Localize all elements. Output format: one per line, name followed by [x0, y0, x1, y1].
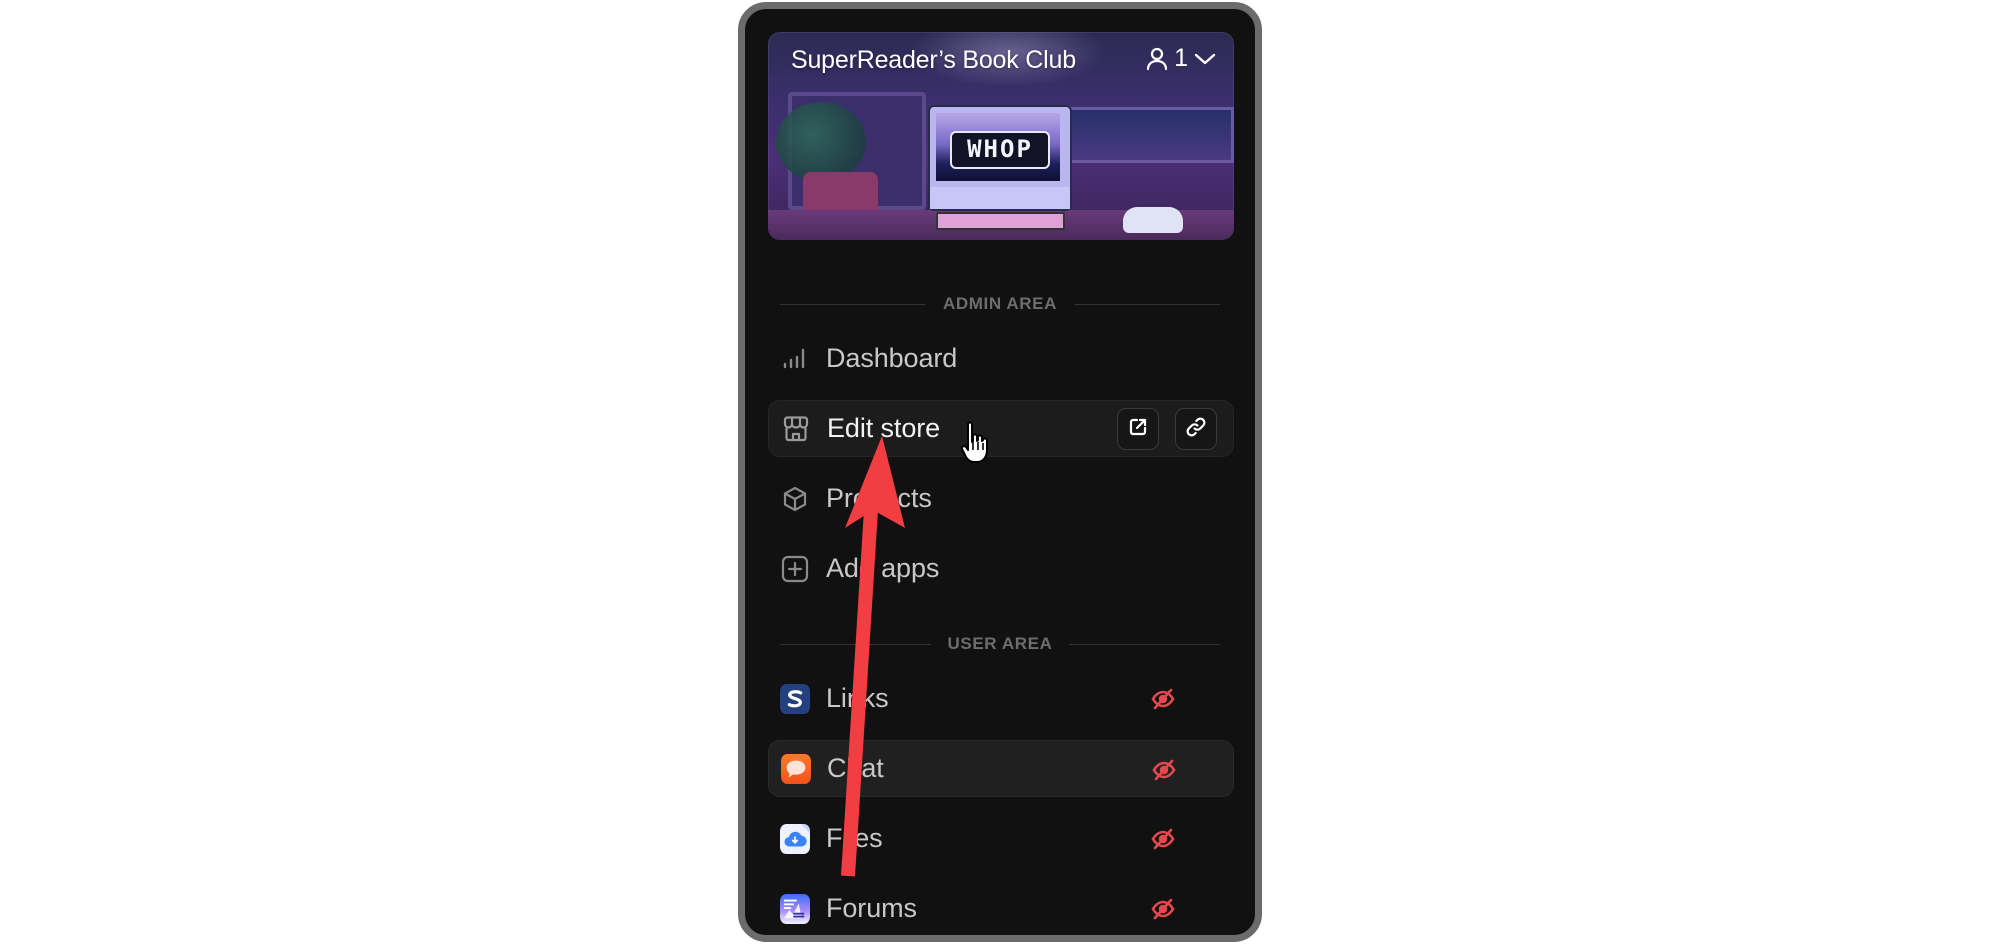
chevron-down-icon	[1194, 52, 1216, 66]
store-banner[interactable]: WHOP SuperReader’s Book Club 1	[768, 32, 1234, 240]
chat-app-icon	[781, 753, 811, 784]
bar-chart-icon	[780, 344, 810, 374]
banner-art-cat	[1123, 207, 1183, 233]
nav-item-add-apps[interactable]: Add apps	[768, 540, 1234, 597]
nav-item-label: Links	[826, 683, 889, 713]
nav-item-label: Products	[826, 483, 932, 513]
hand-cursor-icon	[960, 421, 988, 463]
nav-item-forums[interactable]: Forums	[768, 880, 1234, 935]
nav-item-label: Add apps	[826, 553, 940, 583]
banner-art-plant	[776, 102, 866, 182]
copy-store-link-button[interactable]	[1175, 408, 1217, 450]
nav-item-label: Dashboard	[826, 343, 958, 373]
eye-off-icon[interactable]	[1148, 824, 1178, 854]
eye-off-icon[interactable]	[1148, 894, 1178, 924]
nav-item-label: Files	[826, 823, 883, 853]
external-link-icon	[1128, 417, 1148, 442]
member-count: 1	[1174, 44, 1188, 72]
banner-art-window-right	[1068, 107, 1234, 163]
banner-art-monitor: WHOP	[928, 105, 1072, 211]
store-name: SuperReader’s Book Club	[791, 46, 1076, 74]
divider-line	[1075, 304, 1220, 305]
nav-item-files[interactable]: Files	[768, 810, 1234, 867]
nav-item-chat[interactable]: Chat	[768, 740, 1234, 797]
banner-art-screen: WHOP	[936, 113, 1060, 181]
nav-item-links[interactable]: Links	[768, 670, 1234, 727]
links-app-icon	[780, 683, 810, 714]
nav-item-dashboard[interactable]: Dashboard	[768, 330, 1234, 387]
nav-item-label: Edit store	[827, 413, 941, 443]
nav-item-label: Forums	[826, 893, 917, 923]
plus-square-icon	[780, 554, 810, 584]
cube-icon	[780, 484, 810, 514]
members-dropdown[interactable]: 1	[1146, 44, 1216, 73]
app-panel: WHOP SuperReader’s Book Club 1 ADMIN ARE…	[738, 2, 1262, 942]
open-store-external-button[interactable]	[1117, 408, 1159, 450]
link-icon	[1185, 416, 1207, 443]
nav-item-edit-store[interactable]: Edit store	[768, 400, 1234, 457]
nav-item-label: Chat	[827, 753, 884, 783]
eye-off-icon[interactable]	[1149, 755, 1179, 785]
user-area-divider: USER AREA	[780, 634, 1220, 654]
user-icon	[1146, 47, 1168, 71]
banner-art-keyboard	[936, 212, 1065, 230]
admin-area-divider: ADMIN AREA	[780, 294, 1220, 314]
divider-line	[1069, 644, 1220, 645]
forums-app-icon	[780, 893, 810, 924]
eye-off-icon[interactable]	[1148, 684, 1178, 714]
banner-logo: WHOP	[950, 131, 1050, 169]
files-app-icon	[780, 823, 810, 854]
storefront-icon	[781, 414, 811, 444]
banner-art-monitor-chin	[930, 187, 1070, 209]
nav-item-products[interactable]: Products	[768, 470, 1234, 527]
